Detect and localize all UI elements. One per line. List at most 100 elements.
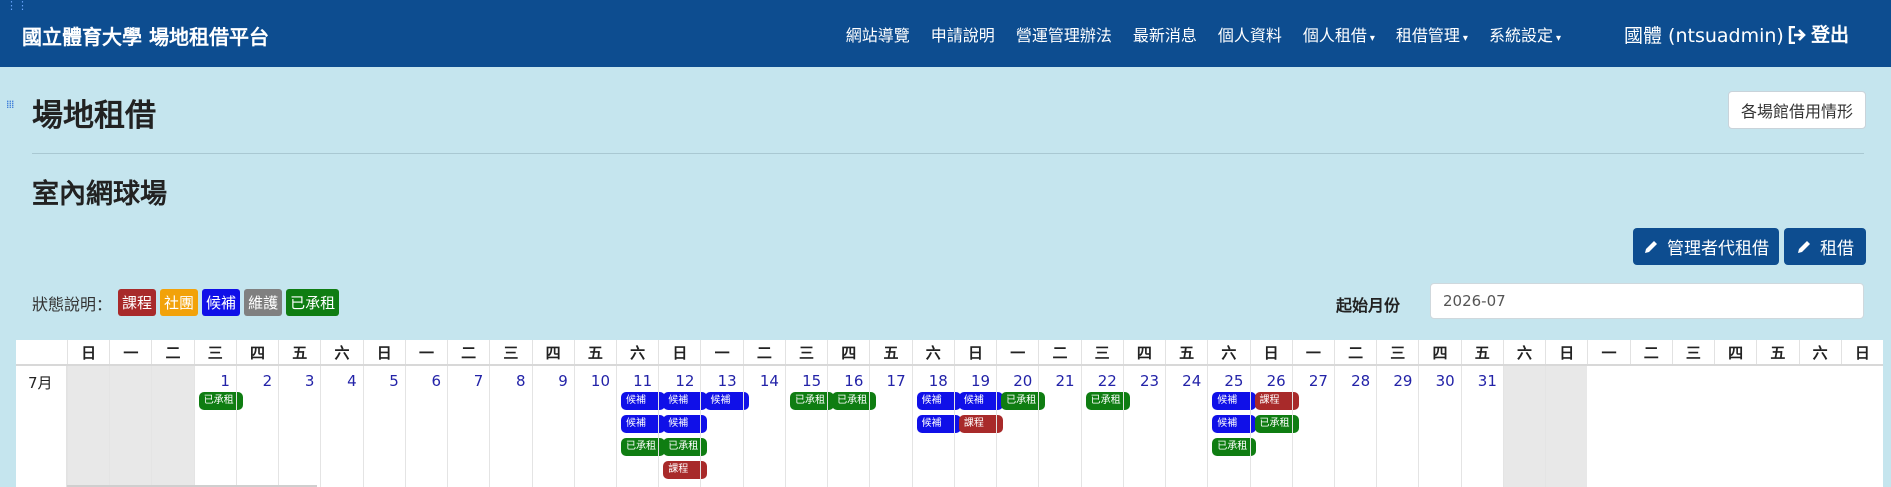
day-cell[interactable]: 7 (447, 366, 489, 487)
rent-button[interactable]: 租借 (1784, 228, 1866, 265)
month-column-header (16, 340, 67, 364)
day-cell[interactable]: 31 (1460, 366, 1503, 487)
day-cell[interactable]: 10 (573, 366, 616, 487)
day-cell[interactable]: 9 (531, 366, 574, 487)
day-cell[interactable]: 14 (742, 366, 785, 487)
day-number[interactable]: 20 (1013, 372, 1032, 390)
day-cell[interactable]: 24 (1165, 366, 1207, 487)
day-cell[interactable]: 21 (1038, 366, 1080, 487)
admin-rent-label: 管理者代租借 (1667, 239, 1769, 259)
day-cell[interactable]: 15 已承租 (784, 366, 834, 487)
day-number[interactable]: 30 (1436, 372, 1455, 390)
day-number[interactable]: 9 (558, 372, 568, 390)
weekday-header: 三 (193, 340, 236, 364)
weekday-header: 五 (1756, 340, 1798, 364)
nav-item-label: 營運管理辦法 (1015, 26, 1112, 45)
day-cell[interactable]: 28 (1333, 366, 1376, 487)
day-cell[interactable]: 11 候補 候補 已承租 (616, 366, 666, 487)
day-cell[interactable]: 25 候補 候補 已承租 (1207, 366, 1257, 487)
day-number[interactable]: 29 (1393, 372, 1412, 390)
nav-item-1[interactable]: 申請說明 (931, 22, 995, 46)
day-number[interactable]: 27 (1309, 372, 1328, 390)
nav-item-5[interactable]: 個人租借 ▾ (1303, 22, 1375, 46)
nav-item-4[interactable]: 個人資料 (1218, 22, 1282, 46)
day-number[interactable]: 10 (591, 372, 610, 390)
day-number[interactable]: 17 (887, 372, 906, 390)
drag-handle-icon[interactable]: ⁞⁞⁞ (6, 98, 14, 111)
top-navbar: ⋮⋮ 國立體育大學 場地租借平台 網站導覽 申請說明 營運管理辦法 最新消息 個人資料 個… (0, 0, 1891, 67)
day-cell[interactable]: 6 (404, 366, 447, 487)
day-cell[interactable]: 3 (278, 366, 320, 487)
admin-rent-button[interactable]: 管理者代租借 (1633, 228, 1779, 265)
day-cell[interactable]: 22 已承租 (1080, 366, 1130, 487)
start-month-input[interactable]: 2026-07 (1430, 283, 1864, 319)
day-number[interactable]: 18 (929, 372, 948, 390)
site-brand[interactable]: 國立體育大學 場地租借平台 (22, 21, 269, 50)
nav-item-2[interactable]: 營運管理辦法 (1016, 22, 1112, 46)
day-number[interactable]: 7 (474, 372, 484, 390)
start-month-label: 起始月份 (1336, 296, 1401, 315)
day-number[interactable]: 19 (971, 372, 990, 390)
day-number[interactable]: 25 (1224, 372, 1243, 390)
day-number[interactable]: 6 (432, 372, 442, 390)
day-cell[interactable]: 17 (869, 366, 911, 487)
weekday-header: 日 (1249, 340, 1292, 364)
day-number[interactable]: 3 (305, 372, 315, 390)
nav-item-label: 系統設定 (1488, 26, 1553, 45)
day-number[interactable]: 23 (1140, 372, 1159, 390)
nav-item-6[interactable]: 租借管理 ▾ (1396, 22, 1468, 46)
day-cell[interactable]: 23 (1122, 366, 1165, 487)
day-number[interactable]: 16 (844, 372, 863, 390)
venue-status-button[interactable]: 各場館借用情形 (1728, 91, 1866, 129)
day-cell[interactable]: 2 (235, 366, 278, 487)
legend-badge: 社團 (160, 289, 199, 316)
day-number[interactable]: 21 (1055, 372, 1074, 390)
day-cell[interactable]: 16 已承租 (827, 366, 877, 487)
day-number[interactable]: 12 (675, 372, 694, 390)
day-number[interactable]: 5 (389, 372, 399, 390)
day-cell[interactable]: 29 (1376, 366, 1418, 487)
day-number[interactable]: 14 (760, 372, 779, 390)
logout-button[interactable]: 登出 (1788, 20, 1849, 47)
current-user[interactable]: 國體 (ntsuadmin) (1624, 21, 1784, 48)
divider (32, 153, 1864, 154)
day-cell[interactable]: 20 已承租 (996, 366, 1046, 487)
day-cell[interactable]: 26 課程 已承租 (1249, 366, 1299, 487)
day-cell[interactable]: 12 候補 候補 已承租 課程 (658, 366, 708, 487)
nav-item-0[interactable]: 網站導覽 (846, 22, 910, 46)
day-cell[interactable]: 8 (489, 366, 531, 487)
weekday-header: 六 (1207, 340, 1249, 364)
day-number[interactable]: 22 (1098, 372, 1117, 390)
day-number[interactable]: 11 (633, 372, 652, 390)
day-cell[interactable]: 18 候補 候補 (911, 366, 961, 487)
day-number[interactable]: 31 (1478, 372, 1497, 390)
day-number[interactable]: 2 (263, 372, 273, 390)
day-number[interactable]: 15 (802, 372, 821, 390)
day-cell[interactable]: 13 候補 (700, 366, 750, 487)
weekday-header: 一 (700, 340, 742, 364)
weekday-header: 四 (531, 340, 574, 364)
day-number[interactable]: 4 (347, 372, 357, 390)
day-cell[interactable]: 19 候補 課程 (953, 366, 1003, 487)
weekday-header: 日 (67, 340, 109, 364)
day-number[interactable]: 26 (1267, 372, 1286, 390)
weekday-header: 五 (278, 340, 320, 364)
day-number[interactable]: 8 (516, 372, 526, 390)
rent-label: 租借 (1820, 239, 1854, 259)
weekday-header: 三 (489, 340, 531, 364)
day-number[interactable]: 24 (1182, 372, 1201, 390)
day-number[interactable]: 1 (220, 372, 230, 390)
day-cell[interactable]: 5 (362, 366, 405, 487)
status-legend: 狀態說明： 課程 社團 候補 維護 已承租 (32, 289, 343, 316)
nav-item-3[interactable]: 最新消息 (1133, 22, 1197, 46)
day-number[interactable]: 13 (718, 372, 737, 390)
day-cell[interactable]: 30 (1418, 366, 1460, 487)
nav-item-label: 最新消息 (1132, 26, 1197, 45)
pencil-icon (1798, 240, 1810, 253)
day-cell[interactable]: 27 (1291, 366, 1334, 487)
day-cell[interactable]: 4 (320, 366, 362, 487)
nav-item-7[interactable]: 系統設定 ▾ (1489, 22, 1561, 46)
day-number[interactable]: 28 (1351, 372, 1370, 390)
caret-down-icon: ▾ (1462, 33, 1468, 44)
day-cell[interactable]: 1 已承租 (193, 366, 243, 487)
